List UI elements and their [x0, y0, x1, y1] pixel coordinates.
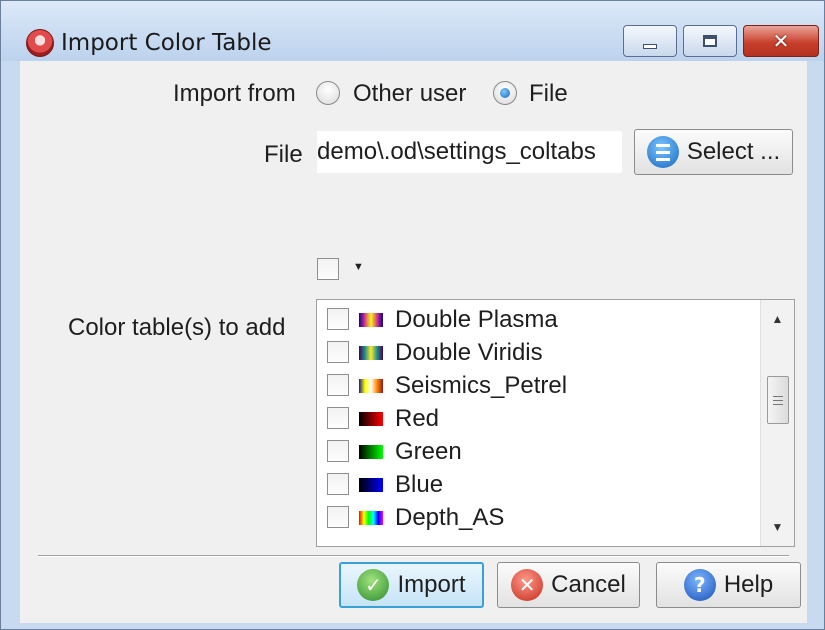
list-scrollbar[interactable]: ▲ ▼ [760, 300, 794, 546]
scroll-thumb[interactable] [767, 376, 789, 424]
file-path-input[interactable] [317, 131, 622, 173]
help-button[interactable]: ? Help [656, 562, 801, 608]
scroll-down-button[interactable]: ▼ [761, 512, 794, 542]
import-button-label: Import [397, 571, 466, 598]
cancel-button-label: Cancel [551, 571, 626, 598]
list-item-checkbox[interactable] [327, 308, 349, 330]
maximize-icon [703, 35, 717, 47]
cancel-icon: ✕ [511, 569, 544, 601]
list-item[interactable]: Depth_AS [317, 500, 757, 533]
close-icon: ✕ [772, 29, 790, 53]
list-item-label: Blue [395, 471, 444, 498]
check-icon: ✓ [357, 569, 390, 601]
close-button[interactable]: ✕ [743, 25, 819, 57]
select-file-button-label: Select ... [686, 138, 781, 165]
list-item-label: Double Viridis [395, 339, 543, 366]
colorbar-swatch [359, 445, 383, 459]
minimize-button[interactable] [623, 25, 677, 57]
help-button-label: Help [723, 571, 774, 598]
title-bar[interactable]: Import Color Table ✕ [1, 1, 824, 61]
window-title: Import Color Table [61, 30, 272, 56]
list-item-checkbox[interactable] [327, 341, 349, 363]
colorbar-swatch [359, 478, 383, 492]
help-icon: ? [683, 569, 716, 601]
minimize-icon [643, 43, 657, 49]
colorbar-swatch [359, 313, 383, 327]
list-item[interactable]: Double Viridis [317, 335, 757, 368]
chevron-down-icon[interactable]: ▼ [353, 261, 364, 273]
radio-other-user[interactable] [316, 81, 340, 105]
list-item-label: Depth_AS [395, 504, 505, 531]
color-tables-label: Color table(s) to add [68, 314, 286, 341]
select-all-checkbox[interactable] [317, 258, 339, 280]
cancel-button[interactable]: ✕ Cancel [497, 562, 640, 608]
dialog-body: Import from Other user File File Select … [20, 61, 807, 623]
select-file-button[interactable]: Select ... [634, 129, 793, 175]
chevron-down-icon: ▼ [771, 520, 784, 534]
separator [38, 555, 789, 557]
list-item-checkbox[interactable] [327, 440, 349, 462]
radio-other-user-label[interactable]: Other user [353, 80, 466, 108]
import-button[interactable]: ✓ Import [339, 562, 484, 608]
radio-file-label[interactable]: File [529, 80, 568, 108]
list-item-label: Green [395, 438, 462, 465]
list-icon [646, 136, 679, 168]
scroll-up-button[interactable]: ▲ [761, 304, 794, 334]
maximize-button[interactable] [683, 25, 737, 57]
list-item-label: Double Plasma [395, 306, 558, 333]
list-item-checkbox[interactable] [327, 473, 349, 495]
list-item[interactable]: Green [317, 434, 757, 467]
colorbar-swatch [359, 412, 383, 426]
radio-file[interactable] [493, 81, 517, 105]
list-item[interactable]: Double Plasma [317, 302, 757, 335]
chevron-up-icon: ▲ [771, 312, 784, 326]
color-table-list[interactable]: Double Plasma Double Viridis Seismics_Pe… [316, 299, 795, 547]
list-item[interactable]: Red [317, 401, 757, 434]
list-item-checkbox[interactable] [327, 506, 349, 528]
list-item-label: Seismics_Petrel [395, 372, 568, 399]
app-icon [26, 29, 54, 57]
file-label: File [264, 141, 303, 168]
colorbar-swatch [359, 379, 383, 393]
list-item[interactable]: Blue [317, 467, 757, 500]
list-item-checkbox[interactable] [327, 374, 349, 396]
list-item[interactable]: Seismics_Petrel [317, 368, 757, 401]
colorbar-swatch [359, 346, 383, 360]
import-from-label: Import from [173, 80, 296, 107]
import-color-table-window: Import Color Table ✕ Import from Other u… [0, 0, 825, 630]
colorbar-swatch [359, 511, 383, 525]
list-item-checkbox[interactable] [327, 407, 349, 429]
list-item-label: Red [395, 405, 440, 432]
